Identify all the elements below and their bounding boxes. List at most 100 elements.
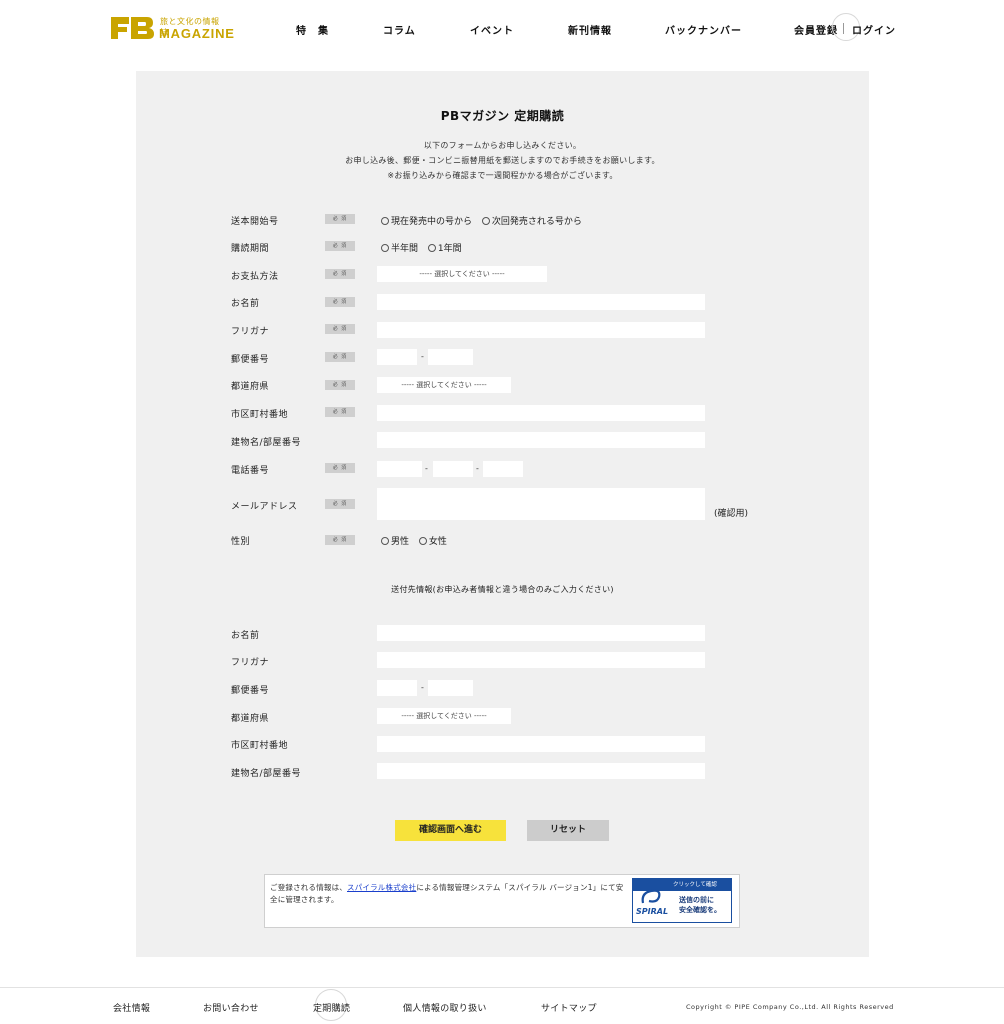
page-title: PBマガジン 定期購読 — [440, 109, 565, 123]
required-badge: 必 須 — [325, 352, 355, 362]
radio-label-male[interactable]: 男性 — [391, 537, 409, 547]
label-start-issue: 送本開始号 — [231, 217, 279, 227]
intro-line-2: お申し込み後、郵便・コンビニ振替用紙を郵送しますのでお手続きをお願いします。 — [345, 156, 660, 165]
nav-new-releases[interactable]: 新刊情報 — [568, 22, 612, 37]
radio-label-next-issue[interactable]: 次回発売される号から — [492, 217, 582, 227]
required-badge: 必 須 — [325, 269, 355, 279]
logo-text: MAGAZINE — [159, 26, 235, 41]
required-badge: 必 須 — [325, 214, 355, 224]
radio-half-year[interactable] — [381, 244, 389, 252]
delivery-furigana-input[interactable] — [377, 652, 705, 668]
site-logo[interactable]: 旅と文化の情報誌 MAGAZINE — [109, 15, 234, 41]
delivery-name-input[interactable] — [377, 625, 705, 641]
spiral-security-badge[interactable]: クリックして確認 SPIRAL 送信の前に 安全確認を。 — [632, 878, 732, 923]
label-city: 市区町村番地 — [231, 410, 289, 420]
footer-contact-link[interactable]: お問い合わせ — [203, 1001, 259, 1014]
delivery-postal-first-input[interactable] — [377, 680, 417, 696]
delivery-postal-second-input[interactable] — [428, 680, 473, 696]
reset-button[interactable]: リセット — [527, 820, 609, 841]
phone-dash-2: - — [476, 464, 479, 473]
label-delivery-name: お名前 — [231, 631, 260, 641]
phone-dash-1: - — [425, 464, 428, 473]
nav-login[interactable]: ログイン — [852, 22, 896, 37]
delivery-city-input[interactable] — [377, 736, 705, 752]
radio-label-female[interactable]: 女性 — [429, 537, 447, 547]
period-radio-group: 半年間 1年間 — [381, 241, 469, 254]
name-input[interactable] — [377, 294, 705, 310]
security-notice: ご登録される情報は、スパイラル株式会社による情報管理システム「スパイラル バージ… — [264, 874, 740, 928]
label-furigana: フリガナ — [231, 327, 270, 337]
email-confirm-note: (確認用) — [714, 509, 749, 519]
delivery-prefecture-select[interactable]: ----- 選択してください ----- — [377, 708, 511, 724]
radio-male[interactable] — [381, 537, 389, 545]
label-gender: 性別 — [231, 537, 251, 547]
label-delivery-building: 建物名/部屋番号 — [231, 769, 302, 779]
radio-next-issue[interactable] — [481, 217, 490, 225]
copyright: Copyright © PIPE Company Co.,Ltd. All Ri… — [686, 1003, 894, 1011]
building-input[interactable] — [377, 432, 705, 448]
spiral-badge-line-1: 送信の前に — [679, 896, 714, 904]
furigana-input[interactable] — [377, 322, 705, 338]
spiral-swirl-icon — [641, 885, 665, 904]
radio-current-issue[interactable] — [381, 217, 389, 225]
spiral-logo-text: SPIRAL — [636, 907, 669, 916]
required-badge: 必 須 — [325, 407, 355, 417]
notice-text-before: ご登録される情報は、 — [270, 883, 347, 892]
radio-female[interactable] — [418, 537, 427, 545]
label-building: 建物名/部屋番号 — [231, 438, 302, 448]
label-phone: 電話番号 — [231, 466, 270, 476]
pb-logo-icon — [111, 17, 154, 39]
nav-back-numbers[interactable]: バックナンバー — [665, 22, 742, 37]
label-payment: お支払方法 — [231, 272, 279, 282]
intro-line-1: 以下のフォームからお申し込みください。 — [423, 141, 582, 150]
phone-first-input[interactable] — [377, 461, 422, 477]
delivery-section-heading: 送付先情報(お申込み者情報と違う場合のみご入力ください) — [391, 585, 614, 594]
nav-event[interactable]: イベント — [470, 22, 514, 37]
required-badge: 必 須 — [325, 463, 355, 473]
radio-label-one-year[interactable]: 1年間 — [438, 244, 462, 254]
required-badge: 必 須 — [325, 324, 355, 334]
footer-company-link[interactable]: 会社情報 — [113, 1001, 150, 1014]
label-name: お名前 — [231, 299, 260, 309]
label-prefecture: 都道府県 — [231, 382, 270, 392]
label-email: メールアドレス — [231, 502, 298, 512]
footer-privacy-link[interactable]: 個人情報の取り扱い — [403, 1001, 487, 1014]
nav-feature[interactable]: 特 集 — [296, 22, 329, 37]
prefecture-select[interactable]: ----- 選択してください ----- — [377, 377, 511, 393]
subscription-form-panel: PBマガジン 定期購読 以下のフォームからお申し込みください。 お申し込み後、郵… — [136, 71, 869, 957]
delivery-postal-dash: - — [421, 683, 424, 692]
footer-subscription-link[interactable]: 定期購読 — [313, 1001, 350, 1014]
postal-code-first-input[interactable] — [377, 349, 417, 365]
postal-dash: - — [421, 352, 424, 361]
site-footer: 会社情報 お問い合わせ 定期購読 個人情報の取り扱い サイトマップ Copyri… — [0, 987, 1004, 1024]
radio-label-current-issue[interactable]: 現在発売中の号から — [391, 217, 472, 227]
security-notice-text: ご登録される情報は、スパイラル株式会社による情報管理システム「スパイラル バージ… — [270, 882, 630, 906]
gender-radio-group: 男性 女性 — [381, 534, 454, 547]
phone-third-input[interactable] — [483, 461, 523, 477]
label-delivery-city: 市区町村番地 — [231, 741, 289, 751]
delivery-building-input[interactable] — [377, 763, 705, 779]
payment-select[interactable]: ----- 選択してください ----- — [377, 266, 547, 282]
email-input[interactable] — [377, 488, 705, 520]
nav-column[interactable]: コラム — [383, 22, 416, 37]
spiral-badge-message: 送信の前に 安全確認を。 — [679, 895, 721, 915]
spiral-badge-top-text: クリックして確認 — [673, 882, 717, 888]
required-badge: 必 須 — [325, 297, 355, 307]
phone-second-input[interactable] — [433, 461, 473, 477]
spiral-company-link[interactable]: スパイラル株式会社 — [347, 883, 416, 892]
city-input[interactable] — [377, 405, 705, 421]
required-badge: 必 須 — [325, 535, 355, 545]
radio-label-half-year[interactable]: 半年間 — [391, 244, 418, 254]
label-period: 購読期間 — [231, 244, 270, 254]
postal-code-second-input[interactable] — [428, 349, 473, 365]
start-issue-radio-group: 現在発売中の号から 次回発売される号から — [381, 214, 589, 227]
radio-one-year[interactable] — [427, 244, 436, 252]
label-delivery-prefecture: 都道府県 — [231, 714, 270, 724]
required-badge: 必 須 — [325, 241, 355, 251]
footer-sitemap-link[interactable]: サイトマップ — [541, 1001, 597, 1014]
confirm-button[interactable]: 確認画面へ進む — [395, 820, 506, 841]
required-badge: 必 須 — [325, 499, 355, 509]
label-delivery-furigana: フリガナ — [231, 658, 270, 668]
spiral-badge-line-2: 安全確認を。 — [679, 906, 721, 914]
intro-line-3: ※お振り込みから確認まで一週間程かかる場合がございます。 — [387, 171, 618, 180]
